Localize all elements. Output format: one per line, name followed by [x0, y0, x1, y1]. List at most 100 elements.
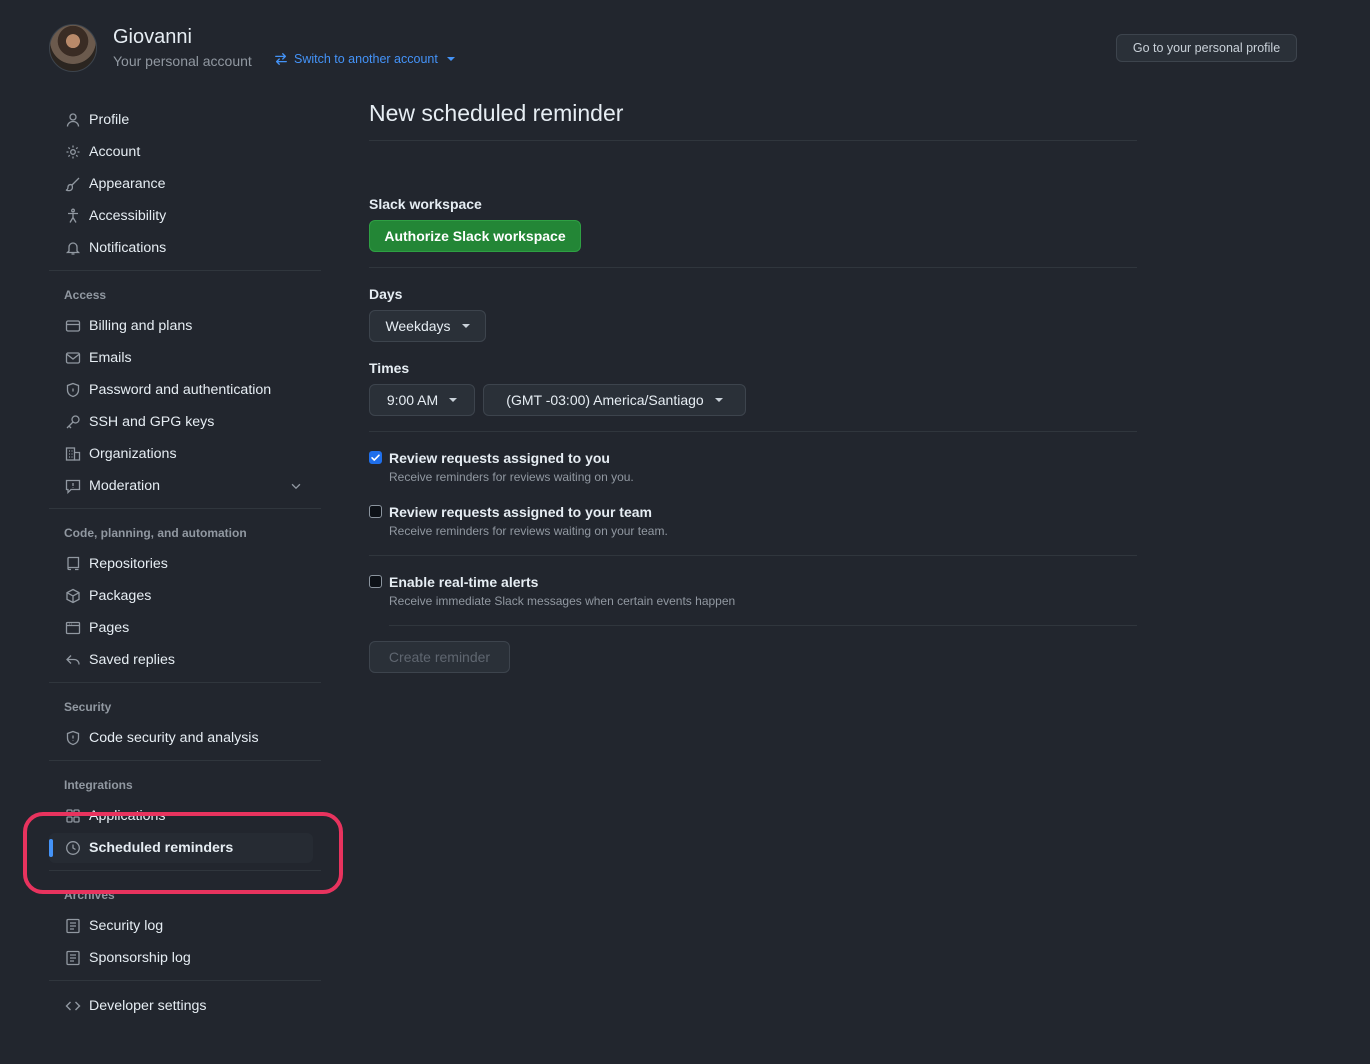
sidebar-item-moderation[interactable]: Moderation: [49, 471, 313, 501]
log-icon: [64, 950, 81, 967]
timezone-select-value: (GMT -03:00) America/Santiago: [506, 392, 704, 408]
caret-down-icon: [714, 398, 723, 402]
sidebar-item-label: Sponsorship log: [89, 950, 191, 966]
sidebar-section-integrations: Integrations: [64, 778, 133, 792]
browser-icon: [64, 620, 81, 637]
sidebar-item-scheduled-reminders[interactable]: Scheduled reminders: [49, 833, 313, 863]
account-name: Giovanni: [113, 26, 192, 48]
sidebar-item-developer-settings[interactable]: Developer settings: [49, 991, 313, 1021]
bell-icon: [64, 240, 81, 257]
settings-page: Giovanni Your personal account Switch to…: [0, 0, 1370, 1064]
sidebar-item-label: Password and authentication: [89, 382, 272, 398]
caret-down-icon: [446, 57, 455, 61]
create-reminder-button[interactable]: Create reminder: [369, 641, 510, 673]
review-requests-you-label[interactable]: Review requests assigned to you: [389, 450, 610, 466]
sidebar-item-billing[interactable]: Billing and plans: [49, 311, 313, 341]
sidebar-item-notifications[interactable]: Notifications: [49, 233, 313, 263]
days-label: Days: [369, 286, 403, 302]
code-icon: [64, 998, 81, 1015]
sidebar-item-label: Applications: [89, 808, 166, 824]
review-requests-team-checkbox[interactable]: [369, 505, 382, 518]
days-select[interactable]: Weekdays: [369, 310, 486, 342]
sidebar-item-emails[interactable]: Emails: [49, 343, 313, 373]
clock-icon: [64, 840, 81, 857]
credit-card-icon: [64, 318, 81, 335]
accessibility-icon: [64, 208, 81, 225]
reply-icon: [64, 652, 81, 669]
sidebar-item-profile[interactable]: Profile: [49, 105, 313, 135]
title-divider: [369, 140, 1137, 141]
realtime-alerts-note: Receive immediate Slack messages when ce…: [389, 594, 736, 608]
sidebar-item-label: Code security and analysis: [89, 730, 259, 746]
sidebar-item-label: Appearance: [89, 176, 166, 192]
sidebar-item-security-log[interactable]: Security log: [49, 911, 313, 941]
organization-icon: [64, 446, 81, 463]
gear-icon: [64, 144, 81, 161]
chevron-down-icon[interactable]: [289, 479, 303, 493]
timezone-select[interactable]: (GMT -03:00) America/Santiago: [483, 384, 746, 416]
section-divider: [369, 431, 1137, 432]
review-requests-you-checkbox[interactable]: [369, 451, 382, 464]
sidebar-divider: [49, 760, 321, 761]
apps-icon: [64, 808, 81, 825]
report-icon: [64, 478, 81, 495]
sidebar-section-code: Code, planning, and automation: [64, 526, 247, 540]
sidebar-item-saved-replies[interactable]: Saved replies: [49, 645, 313, 675]
sidebar-item-label: Saved replies: [89, 652, 175, 668]
sidebar-divider: [49, 508, 321, 509]
shield-icon: [64, 730, 81, 747]
sidebar-item-code-security[interactable]: Code security and analysis: [49, 723, 313, 753]
sidebar-item-label: Moderation: [89, 478, 160, 494]
times-label: Times: [369, 360, 410, 376]
sidebar-item-appearance[interactable]: Appearance: [49, 169, 313, 199]
time-select[interactable]: 9:00 AM: [369, 384, 475, 416]
authorize-slack-button[interactable]: Authorize Slack workspace: [369, 220, 581, 252]
section-divider: [369, 555, 1137, 556]
sidebar-item-accessibility[interactable]: Accessibility: [49, 201, 313, 231]
caret-down-icon: [461, 324, 470, 328]
sidebar-divider: [49, 682, 321, 683]
shield-lock-icon: [64, 382, 81, 399]
sidebar-item-label: Scheduled reminders: [89, 840, 234, 856]
paintbrush-icon: [64, 176, 81, 193]
switch-account-link[interactable]: Switch to another account: [274, 52, 455, 66]
section-divider: [369, 267, 1137, 268]
avatar[interactable]: [49, 24, 97, 72]
sidebar-item-label: Billing and plans: [89, 318, 193, 334]
review-requests-you-note: Receive reminders for reviews waiting on…: [389, 470, 634, 484]
sidebar-item-sponsorship-log[interactable]: Sponsorship log: [49, 943, 313, 973]
package-icon: [64, 588, 81, 605]
sidebar-divider: [49, 870, 321, 871]
page-title: New scheduled reminder: [369, 100, 624, 126]
review-requests-team-label[interactable]: Review requests assigned to your team: [389, 504, 652, 520]
sidebar-item-password[interactable]: Password and authentication: [49, 375, 313, 405]
key-icon: [64, 414, 81, 431]
sidebar-item-label: Developer settings: [89, 998, 207, 1014]
sidebar-item-applications[interactable]: Applications: [49, 801, 313, 831]
repo-icon: [64, 556, 81, 573]
go-to-profile-button[interactable]: Go to your personal profile: [1116, 34, 1297, 62]
sidebar-section-security: Security: [64, 700, 112, 714]
checkmark-icon: [371, 454, 380, 461]
sidebar-item-label: Organizations: [89, 446, 177, 462]
switch-account-label: Switch to another account: [294, 52, 438, 66]
sidebar-item-account[interactable]: Account: [49, 137, 313, 167]
realtime-alerts-label[interactable]: Enable real-time alerts: [389, 574, 538, 590]
account-subtitle: Your personal account: [113, 53, 252, 69]
log-icon: [64, 918, 81, 935]
time-select-value: 9:00 AM: [386, 392, 439, 408]
sidebar-item-pages[interactable]: Pages: [49, 613, 313, 643]
sidebar-section-archives: Archives: [64, 888, 115, 902]
sidebar-item-ssh-gpg[interactable]: SSH and GPG keys: [49, 407, 313, 437]
review-requests-team-note: Receive reminders for reviews waiting on…: [389, 524, 668, 538]
days-select-value: Weekdays: [385, 318, 451, 334]
sidebar-item-label: Profile: [89, 112, 130, 128]
sidebar-divider: [49, 980, 321, 981]
sidebar-item-label: Repositories: [89, 556, 168, 572]
sidebar-item-repositories[interactable]: Repositories: [49, 549, 313, 579]
realtime-alerts-checkbox[interactable]: [369, 575, 382, 588]
sidebar-item-packages[interactable]: Packages: [49, 581, 313, 611]
sidebar-item-label: Account: [89, 144, 141, 160]
sidebar-item-label: SSH and GPG keys: [89, 414, 215, 430]
sidebar-item-organizations[interactable]: Organizations: [49, 439, 313, 469]
